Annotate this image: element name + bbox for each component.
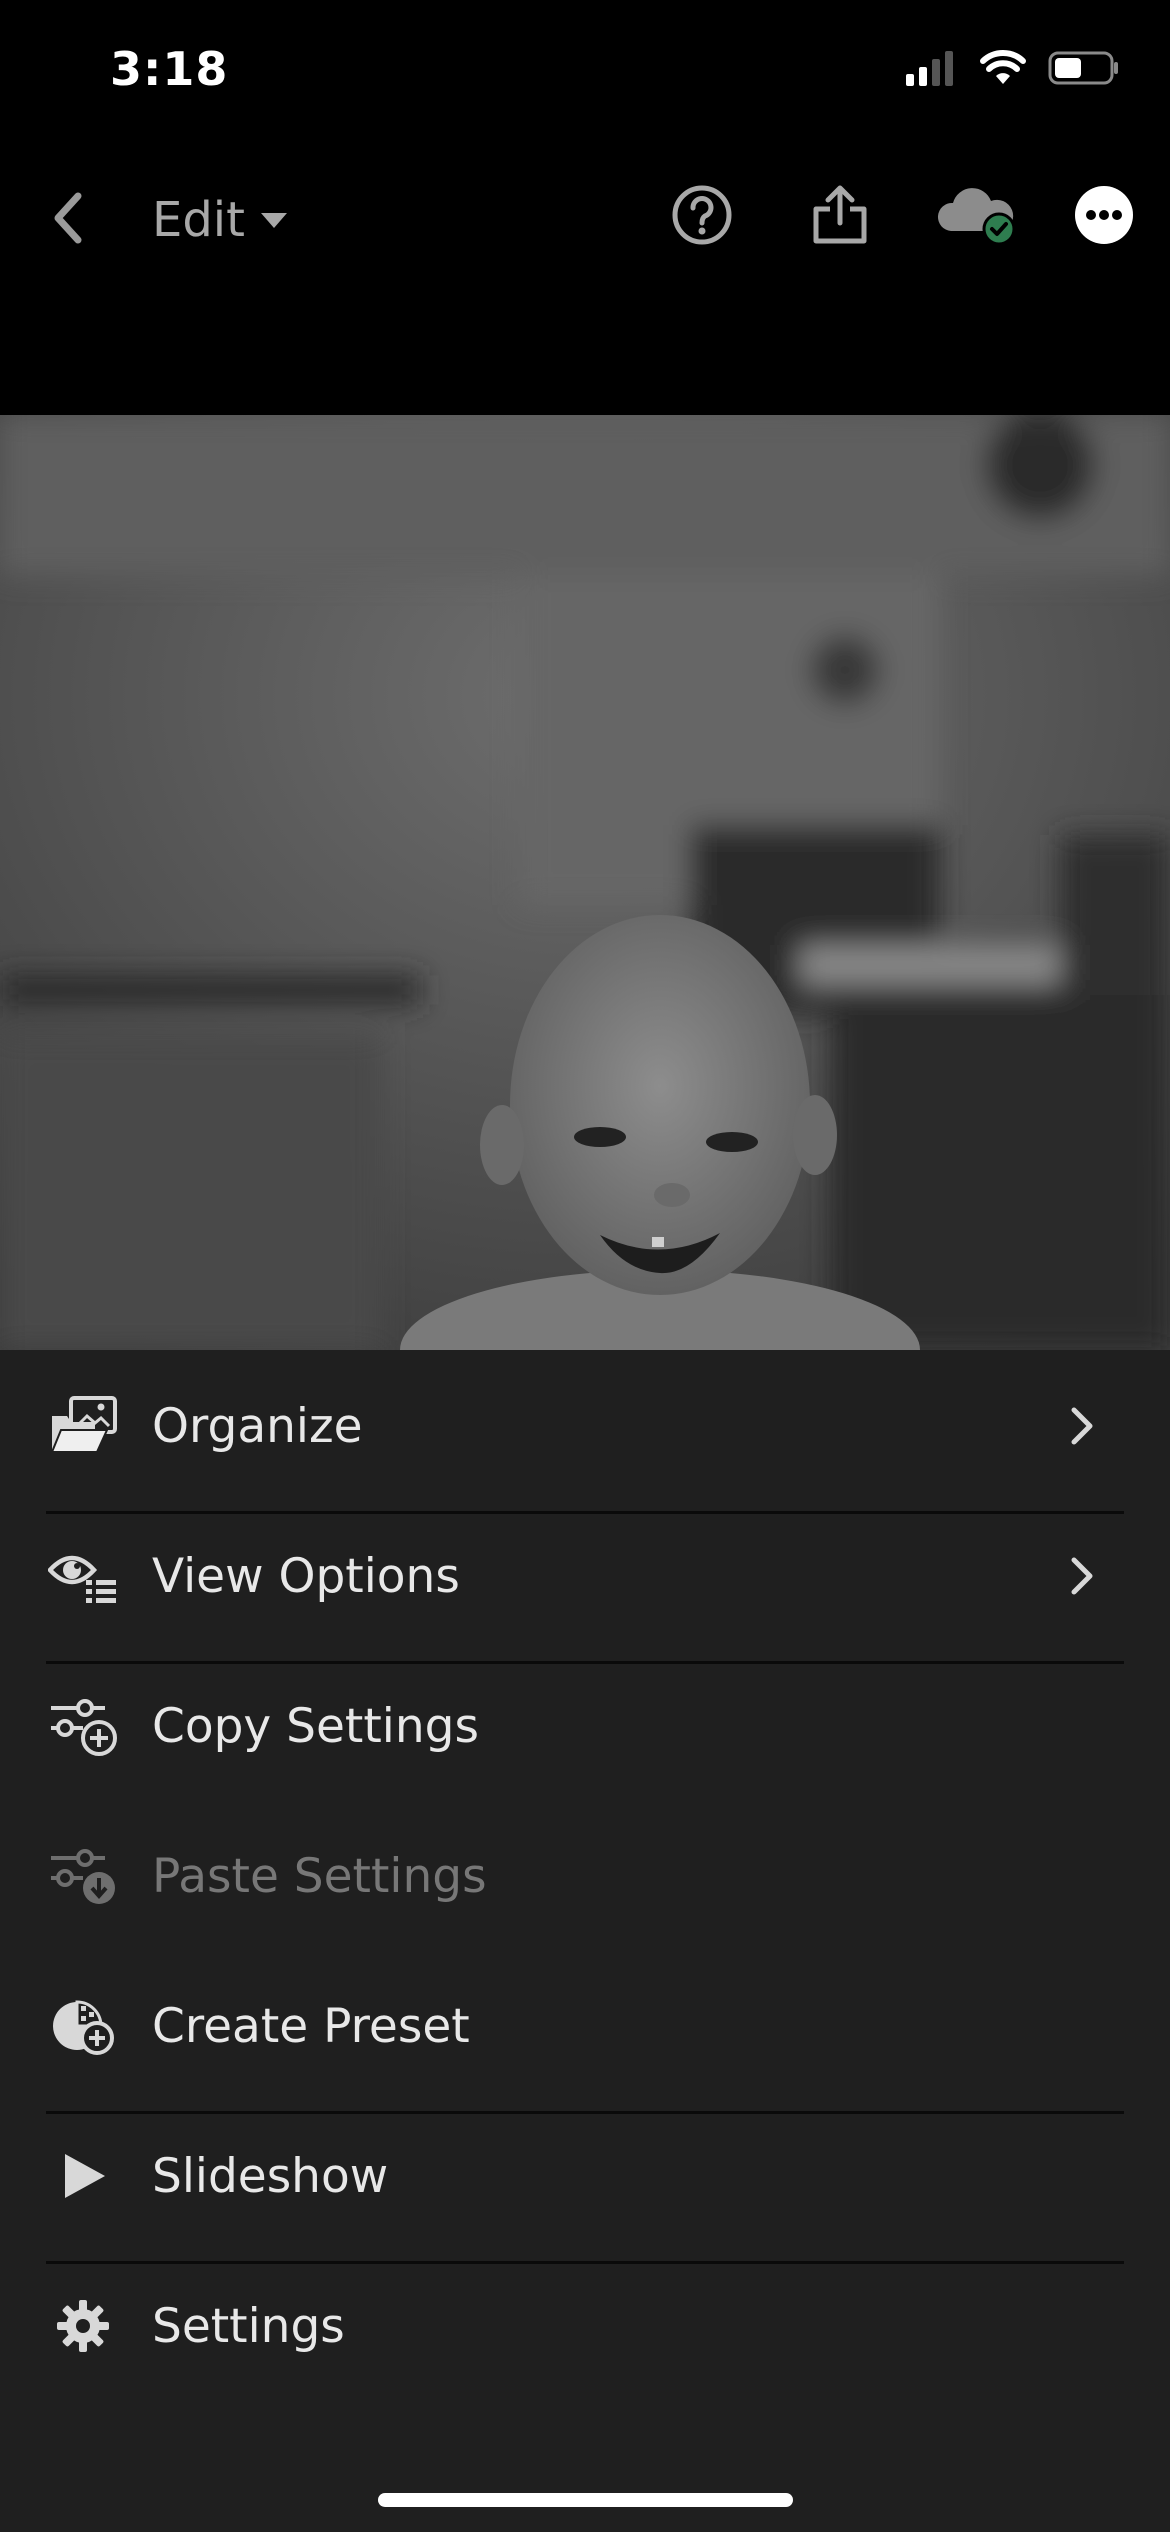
menu-item-label: Copy Settings — [152, 1698, 479, 1754]
more-icon — [1075, 186, 1133, 244]
caret-down-icon — [260, 213, 287, 228]
menu-item-label: Organize — [152, 1398, 363, 1454]
share-button[interactable] — [800, 175, 880, 255]
home-indicator[interactable] — [378, 2493, 793, 2507]
wifi-icon — [980, 50, 1026, 90]
menu-item-label: Create Preset — [152, 1998, 470, 2054]
gear-icon — [46, 2289, 120, 2363]
cloud-sync-button[interactable] — [928, 175, 1028, 255]
cloud-synced-icon — [937, 188, 1016, 246]
sliders-download-icon — [46, 1839, 120, 1913]
signal-icon — [906, 50, 958, 90]
menu-item-label: View Options — [152, 1548, 460, 1604]
eye-list-icon — [46, 1539, 120, 1613]
menu-item-copy-settings[interactable]: Copy Settings — [46, 1652, 1124, 1800]
chevron-right-icon — [1062, 1396, 1102, 1456]
photo-preview — [0, 415, 1170, 1350]
chevron-right-icon — [1062, 1546, 1102, 1606]
help-circle-icon — [672, 185, 732, 245]
help-button[interactable] — [662, 175, 742, 255]
edit-mode-label: Edit — [152, 192, 245, 248]
top-toolbar: Edit — [0, 140, 1170, 415]
menu-item-slideshow[interactable]: Slideshow — [46, 2102, 1124, 2250]
menu-item-paste-settings[interactable]: Paste Settings — [46, 1802, 1124, 1950]
menu-item-label: Slideshow — [152, 2148, 389, 2204]
back-button[interactable] — [38, 178, 98, 258]
menu-item-view-options[interactable]: View Options — [46, 1502, 1124, 1650]
sliders-plus-icon — [46, 1689, 120, 1763]
share-icon — [813, 185, 867, 244]
menu-item-label: Paste Settings — [152, 1848, 487, 1904]
preset-plus-icon — [46, 1989, 120, 2063]
folder-images-icon — [46, 1389, 120, 1463]
more-options-menu: Organize View Options Copy Settings Past… — [0, 1350, 1170, 2532]
chevron-left-icon — [54, 192, 82, 244]
baby-photo-image — [0, 415, 1170, 1350]
status-bar: 3:18 — [0, 0, 1170, 140]
battery-icon — [1048, 50, 1120, 90]
status-icons — [906, 50, 1120, 90]
more-button[interactable] — [1064, 175, 1144, 255]
menu-item-organize[interactable]: Organize — [46, 1352, 1124, 1500]
edit-mode-dropdown[interactable]: Edit — [152, 180, 289, 260]
status-time: 3:18 — [110, 42, 229, 96]
menu-item-create-preset[interactable]: Create Preset — [46, 1952, 1124, 2100]
play-icon — [46, 2139, 120, 2213]
menu-item-settings[interactable]: Settings — [46, 2252, 1124, 2400]
menu-item-label: Settings — [152, 2298, 345, 2354]
